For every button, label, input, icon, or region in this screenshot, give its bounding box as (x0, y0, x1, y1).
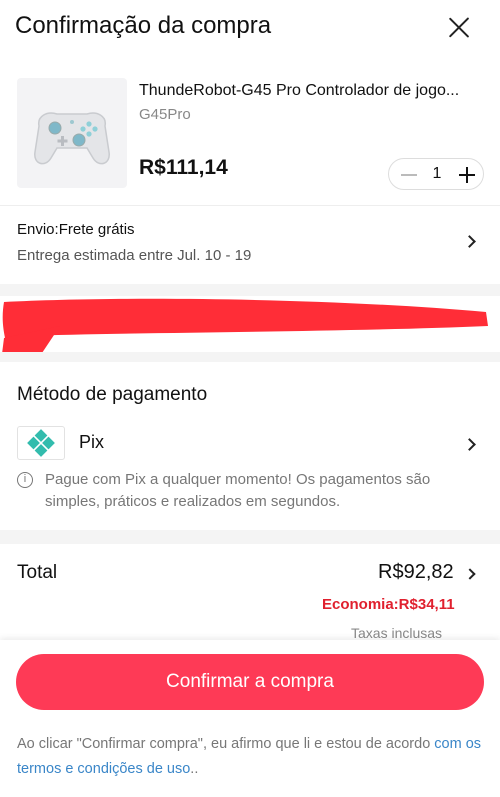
section-gap (0, 284, 500, 296)
game-controller-icon (34, 112, 110, 165)
total-value: R$92,82 (378, 561, 454, 583)
address-row-redacted[interactable] (0, 296, 500, 370)
shipping-row[interactable]: Envio:Frete grátis Entrega estimada entr… (0, 206, 500, 280)
info-icon: i (17, 472, 33, 488)
terms-suffix: .. (190, 761, 199, 777)
header: Confirmação da compra (0, 0, 500, 58)
section-gap (0, 530, 500, 544)
confirm-purchase-button[interactable]: Confirmar a compra (16, 654, 484, 710)
shipping-title: Envio:Frete grátis (17, 221, 135, 238)
economy-amount: Economia:R$34,11 (322, 596, 455, 613)
payment-method-label[interactable]: Pix (79, 432, 104, 453)
product-image (17, 78, 127, 188)
delivery-estimate: Entrega estimada entre Jul. 10 - 19 (17, 247, 252, 264)
product-variant: G45Pro (139, 106, 191, 123)
chevron-right-icon[interactable] (464, 568, 476, 580)
product-name: ThundeRobot-G45 Pro Controlador de jogo.… (139, 82, 460, 99)
payment-note: Pague com Pix a qualquer momento! Os pag… (45, 471, 431, 510)
total-section[interactable]: Total R$92,82 Economia:R$34,11 Taxas inc… (0, 544, 500, 641)
quantity-stepper: 1 (388, 158, 484, 190)
plus-icon[interactable] (455, 163, 479, 187)
page-title: Confirmação da compra (15, 12, 272, 39)
pix-icon (27, 429, 55, 457)
terms-text: Ao clicar "Confirmar compra", eu afirmo … (17, 732, 487, 782)
footer: Confirmar a compra Ao clicar "Confirmar … (0, 640, 500, 797)
chevron-right-icon[interactable] (463, 438, 476, 451)
product-price: R$111,14 (139, 156, 228, 179)
chevron-right-icon (463, 235, 476, 248)
quantity-value: 1 (432, 165, 442, 182)
payment-title: Método de pagamento (17, 384, 208, 405)
product-card: ThundeRobot-G45 Pro Controlador de jogo.… (0, 70, 500, 200)
taxes-note: Taxas inclusas (351, 625, 443, 641)
pix-logo (17, 426, 65, 460)
terms-prefix: Ao clicar "Confirmar compra", eu afirmo … (17, 736, 435, 752)
minus-icon[interactable] (397, 163, 421, 187)
close-icon[interactable] (445, 14, 473, 42)
payment-section: Método de pagamento Pix i Pague com Pix … (0, 362, 500, 530)
total-label: Total (17, 562, 58, 583)
section-gap (0, 352, 500, 362)
